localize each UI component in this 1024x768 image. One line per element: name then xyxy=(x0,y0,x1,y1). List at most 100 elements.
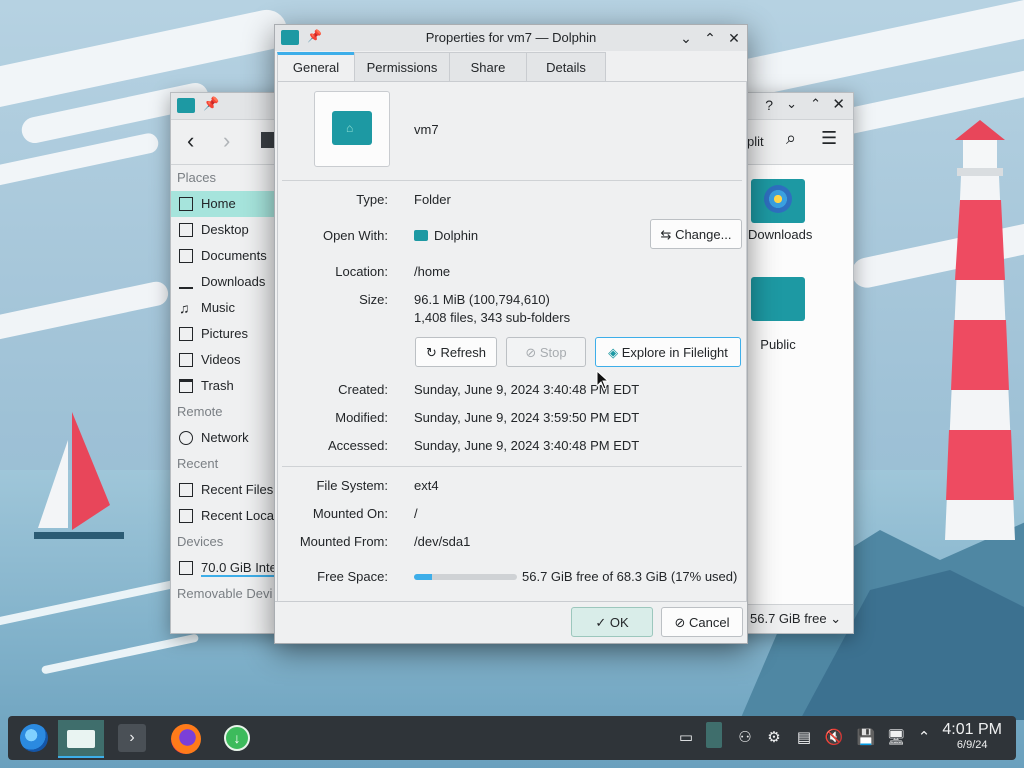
mounted-from-value: /dev/sda1 xyxy=(414,534,471,549)
sidebar-item-documents[interactable]: Documents xyxy=(171,243,279,269)
task-dolphin[interactable] xyxy=(58,720,104,758)
disk-icon[interactable]: 💾 xyxy=(856,728,876,748)
stop-button[interactable]: ⊘ Stop xyxy=(506,337,586,367)
network-icon[interactable]: ⚇ xyxy=(735,728,755,748)
modified-value: Sunday, June 9, 2024 3:59:50 PM EDT xyxy=(414,410,640,425)
minimize-icon[interactable]: ⌄ xyxy=(786,96,797,112)
volume-muted-icon[interactable]: 🔇 xyxy=(824,728,844,748)
forward-icon[interactable]: › xyxy=(223,128,230,154)
places-sidebar: Places Home Desktop Documents Downloads … xyxy=(171,165,279,633)
task-downloader[interactable]: ↓ xyxy=(218,720,258,756)
sidebar-item-internal-drive[interactable]: 70.0 GiB Inte xyxy=(171,555,279,581)
pager-icon[interactable] xyxy=(706,722,722,748)
app-launcher-button[interactable] xyxy=(14,720,54,756)
sidebar-item-network[interactable]: Network xyxy=(171,425,279,451)
home-folder-icon: ⌂ xyxy=(332,111,372,145)
ok-button[interactable]: ✓ OK xyxy=(571,607,653,637)
split-button[interactable]: plit xyxy=(747,134,764,149)
folder-icon xyxy=(177,98,195,113)
properties-dialog[interactable]: 📌 Properties for vm7 — Dolphin ⌄ ⌃ ✕ Gen… xyxy=(274,24,748,644)
clock-time: 4:01 PM xyxy=(942,721,1002,738)
separator xyxy=(282,180,742,181)
tab-general[interactable]: General xyxy=(277,52,355,83)
network-icon xyxy=(179,431,193,445)
file-name[interactable]: vm7 xyxy=(414,122,439,137)
cancel-button[interactable]: ⊘ Cancel xyxy=(661,607,743,637)
sidebar-item-music[interactable]: ♫ Music xyxy=(171,295,279,321)
explore-filelight-button[interactable]: ◈ Explore in Filelight xyxy=(595,337,741,367)
sidebar-item-videos[interactable]: Videos xyxy=(171,347,279,373)
trash-icon xyxy=(179,379,193,393)
filesystem-label: File System: xyxy=(316,478,388,493)
close-icon[interactable]: ✕ xyxy=(832,95,845,113)
disk-usage-fill xyxy=(414,574,432,580)
recent-files-icon xyxy=(179,483,193,497)
minimize-icon[interactable]: ⌄ xyxy=(677,29,695,47)
close-icon[interactable]: ✕ xyxy=(725,29,743,47)
downloads-icon xyxy=(179,275,193,289)
maximize-icon[interactable]: ⌃ xyxy=(701,29,719,47)
created-label: Created: xyxy=(338,382,388,397)
dialog-titlebar[interactable]: 📌 Properties for vm7 — Dolphin ⌄ ⌃ ✕ xyxy=(275,25,747,51)
help-icon[interactable]: ? xyxy=(765,97,773,113)
sidebar-item-home[interactable]: Home xyxy=(171,191,279,217)
view-mode-icon[interactable] xyxy=(261,132,275,148)
refresh-button[interactable]: ↻ Refresh xyxy=(415,337,497,367)
change-button[interactable]: ⇆ Change... xyxy=(650,219,742,249)
sidebar-item-desktop[interactable]: Desktop xyxy=(171,217,279,243)
size-detail: 1,408 files, 343 sub-folders xyxy=(414,310,571,325)
accessed-label: Accessed: xyxy=(328,438,388,453)
maximize-icon[interactable]: ⌃ xyxy=(810,96,821,112)
file-view[interactable]: Downloads Public xyxy=(748,165,853,605)
mouse-cursor xyxy=(596,370,610,390)
dialog-button-bar: ✓ OK ⊘ Cancel xyxy=(275,601,747,643)
tab-details[interactable]: Details xyxy=(526,52,606,82)
dolphin-statusbar: 56.7 GiB free ⌄ xyxy=(748,604,853,633)
dolphin-icon xyxy=(414,230,428,241)
search-icon[interactable]: ⌕ xyxy=(786,128,796,149)
pin-icon[interactable]: 📌 xyxy=(203,96,219,112)
location-value: /home xyxy=(414,264,451,279)
documents-icon xyxy=(179,249,193,263)
tab-bar: General Permissions Share Details xyxy=(277,52,606,83)
kdeconnect-icon[interactable]: ⚙ xyxy=(764,728,784,748)
filelight-icon: ◈ xyxy=(608,345,622,360)
general-panel: ⌂ vm7 Type: Folder Open With: Dolphin ⇆ … xyxy=(277,81,747,603)
digital-clock[interactable]: 4:01 PM 6/9/24 xyxy=(942,721,1002,751)
type-value: Folder xyxy=(414,192,451,207)
lighthouse-shape xyxy=(945,120,1015,540)
chevron-down-icon: ⌄ xyxy=(830,611,842,626)
sidebar-item-pictures[interactable]: Pictures xyxy=(171,321,279,347)
back-icon[interactable]: ‹ xyxy=(187,128,194,154)
filesystem-value: ext4 xyxy=(414,478,439,493)
sidebar-item-recent-files[interactable]: Recent Files xyxy=(171,477,279,503)
file-item-downloads[interactable]: Downloads xyxy=(748,179,812,242)
tab-permissions[interactable]: Permissions xyxy=(354,52,450,82)
free-space-button[interactable]: 56.7 GiB free ⌄ xyxy=(750,611,841,627)
accessed-value: Sunday, June 9, 2024 3:40:48 PM EDT xyxy=(414,438,640,453)
mounted-on-label: Mounted On: xyxy=(312,506,388,521)
task-firefox[interactable] xyxy=(166,720,206,756)
sidebar-item-downloads[interactable]: Downloads xyxy=(171,269,279,295)
show-desktop-icon[interactable]: ▭ xyxy=(676,728,696,748)
free-space-value: 56.7 GiB free of 68.3 GiB (17% used) xyxy=(522,569,738,584)
sidebar-item-trash[interactable]: Trash xyxy=(171,373,279,399)
display-icon[interactable]: 🖥 xyxy=(886,728,906,748)
task-konsole[interactable]: › xyxy=(112,720,152,756)
clipboard-icon[interactable]: ▤ xyxy=(794,728,814,748)
sidebar-item-recent-locations[interactable]: Recent Loca xyxy=(171,503,279,529)
music-icon: ♫ xyxy=(179,300,190,316)
taskbar: › ↓ ▭ ⚇ ⚙ ▤ 🔇 💾 🖥 ⌃ 4:01 PM 6/9/24 xyxy=(8,716,1016,760)
file-item-public[interactable]: Public xyxy=(748,277,808,352)
expand-tray-icon[interactable]: ⌃ xyxy=(914,728,934,748)
public-folder-icon xyxy=(751,277,805,321)
folder-preview: ⌂ xyxy=(314,91,390,167)
tab-share[interactable]: Share xyxy=(449,52,527,82)
size-value: 96.1 MiB (100,794,610) xyxy=(414,292,550,307)
desktop-icon xyxy=(179,223,193,237)
recent-header: Recent xyxy=(177,456,219,471)
removable-devices-header: Removable Devi xyxy=(177,586,273,601)
menu-icon[interactable]: ☰ xyxy=(821,128,837,149)
devices-header: Devices xyxy=(177,534,224,549)
terminal-icon: › xyxy=(118,724,146,752)
